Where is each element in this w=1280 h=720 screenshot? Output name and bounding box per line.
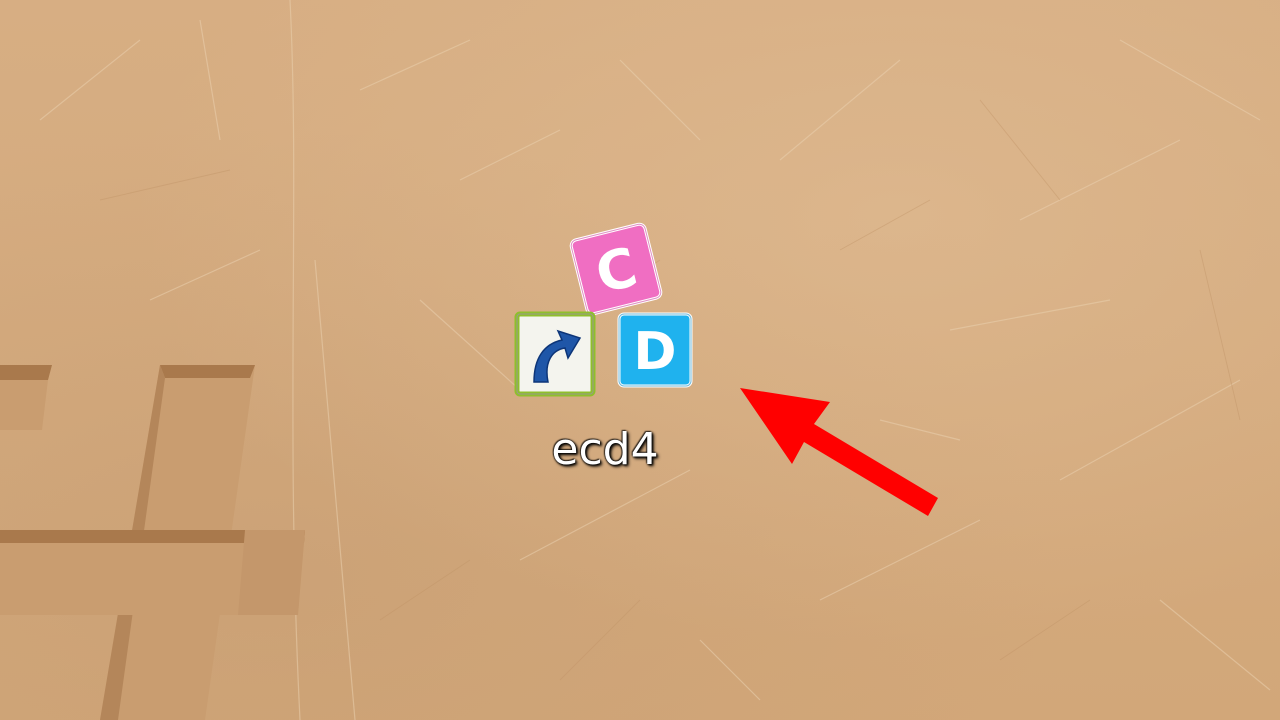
desktop[interactable]: C D ecd4 bbox=[0, 0, 1280, 720]
red-arrow-pointer bbox=[740, 388, 938, 516]
ecd4-desktop-shortcut[interactable]: C D ecd4 bbox=[500, 220, 710, 500]
block-d-letter: D bbox=[633, 322, 676, 382]
ecd4-app-icon: C D bbox=[514, 222, 693, 397]
desktop-icon-label: ecd4 bbox=[551, 424, 659, 475]
shortcut-arrow-icon bbox=[514, 311, 596, 397]
